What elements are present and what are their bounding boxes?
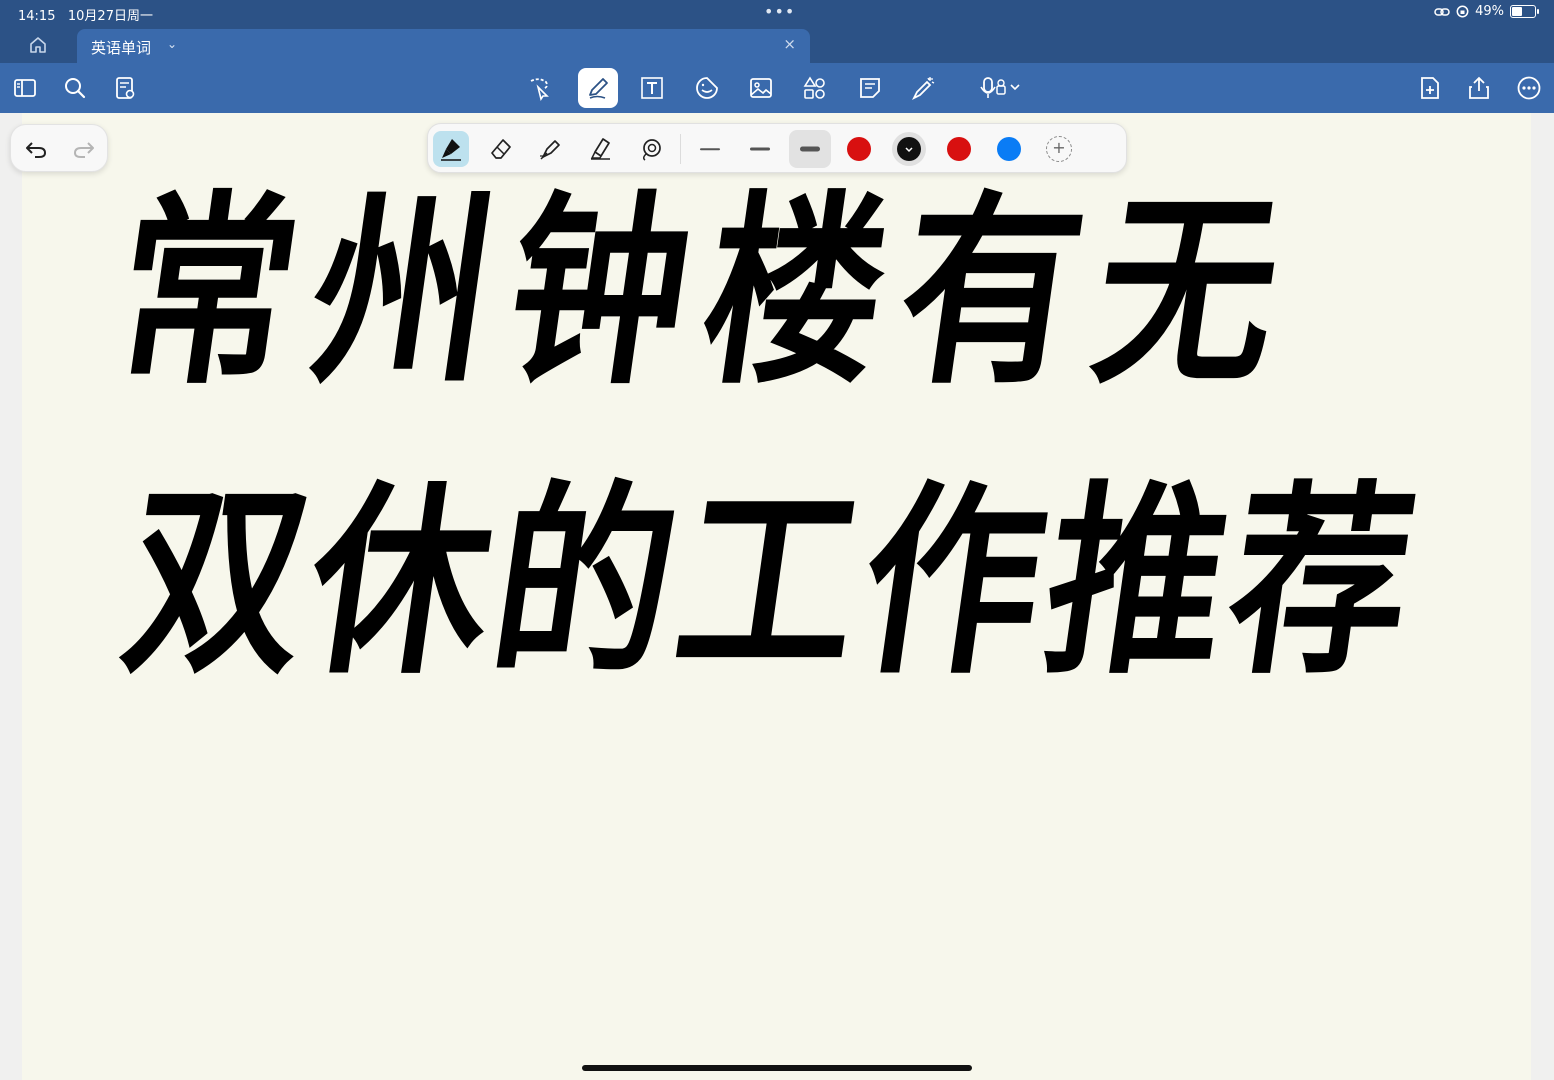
link-icon (1434, 7, 1450, 16)
text-box-icon[interactable] (637, 73, 667, 103)
stroke-width-thick[interactable] (789, 130, 831, 168)
brush-pen-icon[interactable] (433, 131, 469, 167)
search-icon[interactable] (60, 73, 90, 103)
highlighter-icon[interactable] (583, 131, 619, 167)
main-toolbar (0, 63, 1554, 113)
handwritten-line-1: 常州钟楼有无 (101, 171, 1311, 412)
color-swatch-black[interactable] (897, 137, 921, 161)
status-indicators: 49% (1434, 4, 1539, 19)
add-color-icon[interactable]: + (1046, 136, 1072, 162)
tab-bar: 英语单词 ⌄ × (0, 27, 1554, 63)
tab-english-words[interactable]: 英语单词 ⌄ × (77, 29, 810, 63)
tab-title: 英语单词 (91, 39, 152, 57)
battery-percent: 49% (1475, 4, 1504, 19)
handwritten-line-2: 双休的工作推荐 (111, 461, 1433, 702)
sticker-icon[interactable] (692, 73, 722, 103)
lasso-circle-icon[interactable] (633, 131, 669, 167)
more-icon[interactable] (1514, 73, 1544, 103)
undo-icon[interactable] (23, 137, 49, 161)
home-button[interactable] (27, 35, 49, 55)
palette-divider (680, 134, 681, 164)
sticky-note-icon[interactable] (855, 73, 885, 103)
pen-palette: + (427, 123, 1127, 173)
stroke-width-thin[interactable] (692, 131, 728, 167)
status-bar: 14:15 10月27日周一 ••• 49% (0, 0, 1554, 27)
share-icon[interactable] (1464, 73, 1494, 103)
battery-icon (1510, 5, 1539, 18)
canvas-margin-right (1531, 113, 1554, 1080)
shapes-icon[interactable] (800, 73, 830, 103)
lasso-icon[interactable] (524, 73, 554, 103)
pen-icon[interactable] (578, 68, 618, 108)
rotation-lock-icon (1456, 5, 1469, 18)
canvas-margin-left (0, 113, 22, 1080)
status-date: 10月27日周一 (67, 9, 153, 24)
handwriting-layer[interactable]: 常州钟楼有无 双休的工作推荐 (22, 113, 1531, 1080)
undo-redo-group (10, 124, 108, 172)
close-icon[interactable]: × (783, 35, 796, 53)
add-page-icon[interactable] (1415, 73, 1445, 103)
sidebar-icon[interactable] (10, 73, 40, 103)
redo-icon[interactable] (71, 137, 97, 161)
stroke-width-medium[interactable] (742, 131, 778, 167)
multitasking-dots[interactable]: ••• (764, 2, 795, 21)
eraser-icon[interactable] (483, 131, 519, 167)
status-time: 14:15 10月27日周一 (18, 9, 153, 24)
fountain-pen-icon[interactable] (533, 131, 569, 167)
document-settings-icon[interactable] (110, 73, 140, 103)
image-icon[interactable] (746, 73, 776, 103)
laser-pointer-icon[interactable] (909, 73, 939, 103)
chevron-down-icon[interactable]: ⌄ (167, 37, 177, 51)
home-indicator (582, 1065, 972, 1071)
home-icon (30, 37, 46, 53)
chevron-down-icon (905, 147, 913, 153)
color-swatch-red[interactable] (847, 137, 871, 161)
color-swatch-red-2[interactable] (947, 137, 971, 161)
color-swatch-blue[interactable] (997, 137, 1021, 161)
microphone-icon[interactable] (976, 73, 1026, 103)
